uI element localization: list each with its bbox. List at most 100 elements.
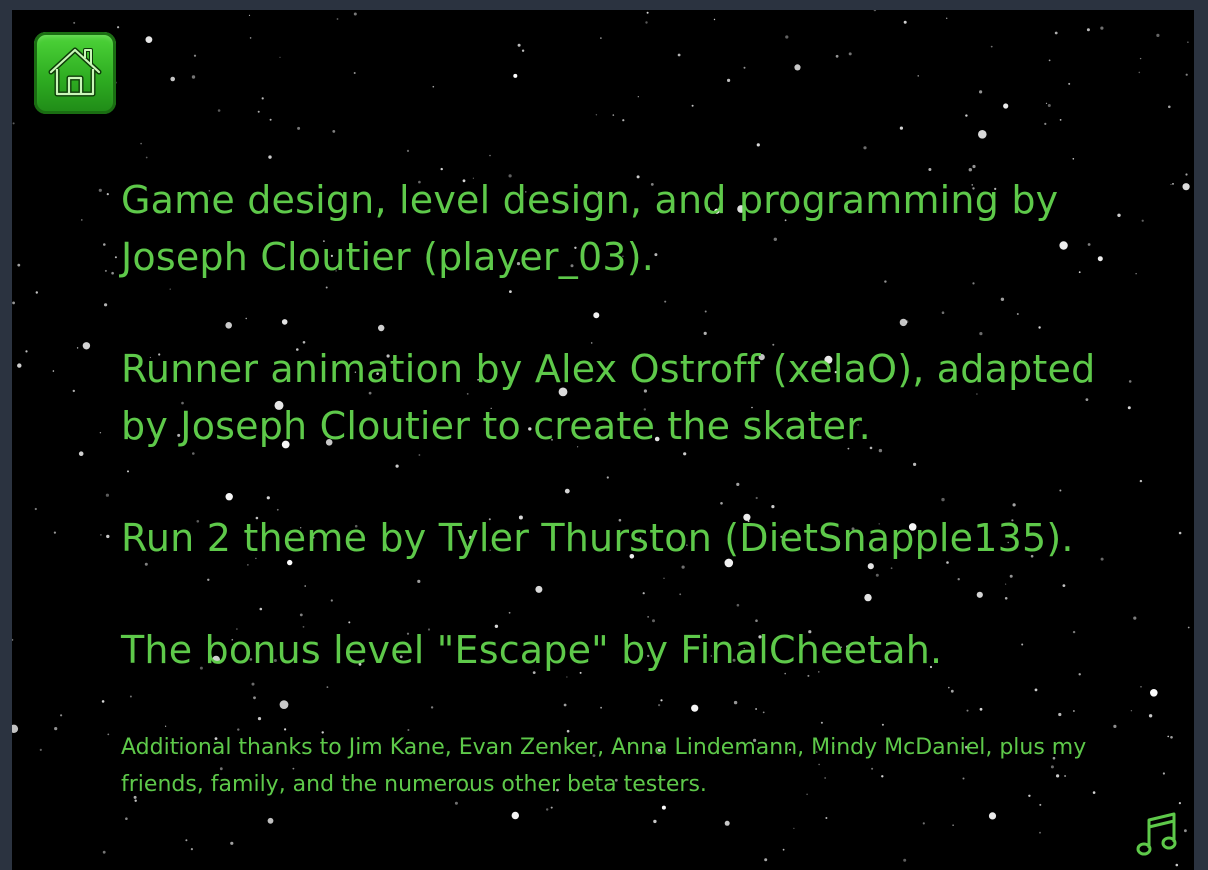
star xyxy=(646,11,649,14)
star xyxy=(600,37,602,39)
star xyxy=(332,130,336,133)
star xyxy=(1172,183,1174,185)
star xyxy=(952,824,954,826)
star xyxy=(513,73,518,78)
star xyxy=(1045,102,1048,104)
star xyxy=(336,18,339,20)
star xyxy=(267,817,274,824)
star xyxy=(406,149,410,152)
star xyxy=(1138,71,1141,74)
star xyxy=(249,37,252,39)
star xyxy=(39,748,42,752)
star xyxy=(922,822,925,825)
star xyxy=(863,146,867,150)
star xyxy=(1156,33,1160,37)
star xyxy=(103,243,106,246)
star xyxy=(1003,103,1009,109)
star xyxy=(261,97,264,100)
star xyxy=(899,126,904,130)
star xyxy=(848,52,852,56)
star xyxy=(257,110,260,113)
star xyxy=(1054,31,1058,35)
credits-text: Game design, level design, and programmi… xyxy=(121,172,1131,803)
star xyxy=(988,812,997,820)
star xyxy=(724,820,730,826)
star xyxy=(612,114,615,116)
star xyxy=(1170,736,1173,739)
star xyxy=(102,850,106,854)
star xyxy=(873,10,877,12)
star xyxy=(1141,219,1144,222)
star xyxy=(1039,803,1042,806)
star xyxy=(248,14,251,16)
star xyxy=(489,154,491,157)
star xyxy=(677,53,681,57)
star xyxy=(268,155,272,159)
star xyxy=(193,54,197,57)
star xyxy=(432,85,435,88)
star xyxy=(107,733,110,736)
star xyxy=(12,638,14,641)
star xyxy=(76,347,79,349)
star xyxy=(903,20,907,24)
star xyxy=(1133,616,1137,620)
star xyxy=(25,350,28,353)
credit-thanks: Additional thanks to Jim Kane, Evan Zenk… xyxy=(121,735,1087,797)
star xyxy=(1148,714,1153,718)
star xyxy=(190,848,193,851)
star xyxy=(521,49,525,52)
star xyxy=(440,167,443,171)
star xyxy=(972,164,976,169)
star xyxy=(99,432,102,434)
star xyxy=(230,841,234,845)
star xyxy=(1182,183,1190,191)
star xyxy=(101,700,105,703)
star xyxy=(1178,802,1181,805)
star xyxy=(517,43,521,47)
star xyxy=(782,848,785,851)
star xyxy=(145,36,153,43)
star xyxy=(269,118,272,121)
star xyxy=(1072,158,1075,160)
star xyxy=(1167,735,1169,738)
star xyxy=(990,45,993,48)
star xyxy=(1150,689,1158,697)
star xyxy=(73,21,76,24)
star xyxy=(52,370,55,372)
star xyxy=(1139,57,1142,60)
star xyxy=(1184,829,1187,833)
star xyxy=(12,724,19,733)
star xyxy=(511,811,519,820)
star xyxy=(145,156,148,159)
star xyxy=(743,66,746,69)
star xyxy=(764,858,768,862)
star xyxy=(17,363,22,368)
star xyxy=(1187,626,1190,629)
star xyxy=(1187,41,1189,43)
star xyxy=(297,126,301,130)
star xyxy=(1162,772,1165,775)
star xyxy=(34,507,37,511)
star xyxy=(645,21,648,24)
star xyxy=(1048,59,1051,62)
star xyxy=(1135,273,1137,275)
star xyxy=(111,271,114,275)
music-toggle-button[interactable] xyxy=(1136,810,1180,858)
home-button[interactable] xyxy=(34,32,116,114)
credit-animation: Runner animation by Alex Ostroff (xelaO)… xyxy=(121,347,1096,448)
star xyxy=(54,727,58,731)
star xyxy=(53,531,57,534)
star xyxy=(835,54,839,58)
star xyxy=(1185,73,1188,76)
star xyxy=(185,839,188,842)
star xyxy=(17,263,21,267)
credit-programming: Game design, level design, and programmi… xyxy=(121,178,1059,279)
star xyxy=(1059,119,1062,121)
star xyxy=(691,104,694,107)
star xyxy=(756,143,760,147)
star xyxy=(114,256,117,259)
star xyxy=(105,493,109,497)
star xyxy=(661,805,666,810)
star xyxy=(98,188,102,192)
star xyxy=(1100,26,1104,30)
